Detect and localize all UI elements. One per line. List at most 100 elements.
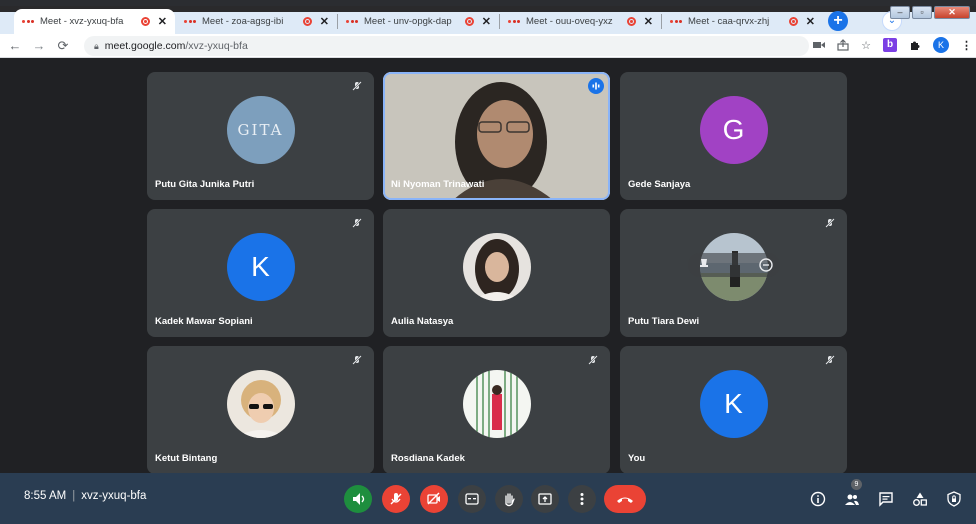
mic-off-icon — [352, 355, 362, 365]
camera-in-use-icon[interactable] — [813, 40, 826, 50]
participant-avatar: G — [699, 96, 768, 164]
speaker-test-button[interactable] — [344, 485, 372, 513]
more-vert-icon — [580, 493, 584, 505]
tab-title: Meet - xvz-yxuq-bfa — [40, 16, 124, 27]
meeting-grid: GITA Putu Gita Junika Putri Ni Nyoman Tr… — [0, 59, 976, 474]
participant-avatar-logo: GITA — [226, 96, 295, 164]
close-tab-icon[interactable]: ✕ — [158, 15, 167, 28]
address-bar[interactable]: 🔒︎ meet.google.com /xvz-yxuq-bfa — [84, 36, 809, 56]
tab-title: Meet - unv-opgk-dap — [364, 16, 452, 27]
tab-title: Meet - ouu-oveq-yxz — [526, 16, 613, 27]
bookmark-star-icon[interactable]: ☆ — [861, 39, 871, 52]
recording-indicator-icon — [464, 17, 474, 26]
new-tab-button[interactable]: + — [828, 11, 848, 31]
meeting-control-bar: 8:55 AM | xvz-yxuq-bfa 9 — [0, 473, 976, 524]
forward-button[interactable]: → — [30, 37, 48, 55]
people-icon[interactable] — [844, 491, 860, 507]
participant-tile-self[interactable]: K You — [620, 346, 847, 474]
recording-indicator-icon — [302, 17, 312, 26]
browser-tab-1[interactable]: Meet - xvz-yxuq-bfa ✕ — [14, 9, 175, 34]
window-controls: – ▫ ✕ — [890, 6, 970, 19]
microphone-toggle-button[interactable] — [382, 485, 410, 513]
browser-tab-2[interactable]: Meet - zoa-agsg-ibi ✕ — [176, 9, 337, 34]
close-tab-icon[interactable]: ✕ — [806, 15, 815, 28]
participant-tile[interactable]: Ketut Bintang — [147, 346, 374, 474]
share-icon[interactable] — [837, 39, 849, 51]
reload-button[interactable]: ⟳ — [54, 37, 72, 55]
separator: | — [72, 490, 76, 502]
toolbar-actions: ☆ b K ⋮ — [813, 37, 972, 53]
close-tab-icon[interactable]: ✕ — [644, 15, 653, 28]
participant-name: Ketut Bintang — [155, 453, 218, 464]
participant-name: Aulia Natasya — [391, 316, 454, 327]
browser-tab-4[interactable]: Meet - ouu-oveq-yxz ✕ — [500, 9, 661, 34]
participant-photo — [462, 370, 531, 438]
close-window-button[interactable]: ✕ — [934, 6, 970, 19]
browser-tab-5[interactable]: Meet - caa-qrvx-zhj ✕ — [662, 9, 823, 34]
recording-indicator-icon — [140, 17, 150, 26]
meet-favicon-icon — [22, 20, 34, 23]
participant-tile[interactable]: K Kadek Mawar Sopiani — [147, 209, 374, 337]
participant-name: Putu Tiara Dewi — [628, 316, 700, 327]
meet-favicon-icon — [508, 20, 520, 23]
participant-tile[interactable]: GITA Putu Gita Junika Putri — [147, 72, 374, 200]
present-screen-icon — [538, 493, 552, 505]
mic-off-icon — [352, 81, 362, 91]
shield-lock-icon[interactable] — [946, 491, 962, 507]
browser-menu-icon[interactable]: ⋮ — [961, 39, 972, 52]
participant-avatar: K — [699, 370, 768, 438]
more-options-button[interactable] — [568, 485, 596, 513]
leave-call-button[interactable] — [604, 485, 646, 513]
camera-toggle-button[interactable] — [420, 485, 448, 513]
current-time: 8:55 AM — [24, 490, 67, 502]
participant-name: Gede Sanjaya — [628, 179, 691, 190]
recording-indicator-icon — [626, 17, 636, 26]
participant-tile[interactable]: Rosdiana Kadek — [383, 346, 610, 474]
browser-tab-3[interactable]: Meet - unv-opgk-dap ✕ — [338, 9, 499, 34]
participant-tile[interactable]: Aulia Natasya — [383, 209, 610, 337]
meeting-code: xvz-yxuq-bfa — [81, 490, 147, 502]
mic-off-icon — [588, 355, 598, 365]
close-tab-icon[interactable]: ✕ — [482, 15, 491, 28]
meet-favicon-icon — [184, 20, 196, 23]
mic-off-icon — [390, 493, 402, 505]
closed-captions-icon — [465, 493, 479, 505]
mic-off-icon — [825, 355, 835, 365]
activities-icon[interactable] — [912, 491, 928, 507]
tile-hover-controls — [687, 253, 780, 277]
raise-hand-button[interactable] — [495, 485, 523, 513]
present-screen-button[interactable] — [531, 485, 559, 513]
tab-title: Meet - zoa-agsg-ibi — [202, 16, 284, 27]
participant-photo — [462, 233, 531, 301]
hang-up-icon — [617, 497, 633, 503]
mic-off-icon — [352, 218, 362, 228]
recording-indicator-icon — [788, 17, 798, 26]
info-icon[interactable] — [810, 491, 826, 507]
remove-icon — [758, 258, 773, 272]
close-tab-icon[interactable]: ✕ — [320, 15, 329, 28]
browser-toolbar: ← → ⟳ 🔒︎ meet.google.com /xvz-yxuq-bfa ☆… — [0, 34, 976, 58]
back-button[interactable]: ← — [6, 37, 24, 55]
extension-b-icon[interactable]: b — [883, 38, 897, 52]
participant-tile-active-speaker[interactable]: Ni Nyoman Trinawati — [383, 72, 610, 200]
tab-title: Meet - caa-qrvx-zhj — [688, 16, 770, 27]
participant-count-badge: 9 — [851, 479, 862, 490]
profile-avatar[interactable]: K — [933, 37, 949, 53]
participant-photo — [226, 370, 295, 438]
meet-favicon-icon — [670, 20, 682, 23]
participant-name: Kadek Mawar Sopiani — [155, 316, 253, 327]
participant-tile[interactable]: G Gede Sanjaya — [620, 72, 847, 200]
participant-name: Rosdiana Kadek — [391, 453, 465, 464]
maximize-window-button[interactable]: ▫ — [912, 6, 932, 19]
hand-icon — [505, 493, 515, 507]
participant-tile[interactable]: Putu Tiara Dewi — [620, 209, 847, 337]
participant-name: Putu Gita Junika Putri — [155, 179, 255, 190]
extensions-puzzle-icon[interactable] — [909, 39, 921, 51]
speaker-icon — [353, 493, 365, 505]
meeting-details: 8:55 AM | xvz-yxuq-bfa — [24, 490, 146, 502]
camera-off-icon — [427, 492, 440, 505]
chat-icon[interactable] — [878, 491, 894, 507]
captions-button[interactable] — [458, 485, 486, 513]
minimize-window-button[interactable]: – — [890, 6, 910, 19]
meet-favicon-icon — [346, 20, 358, 23]
